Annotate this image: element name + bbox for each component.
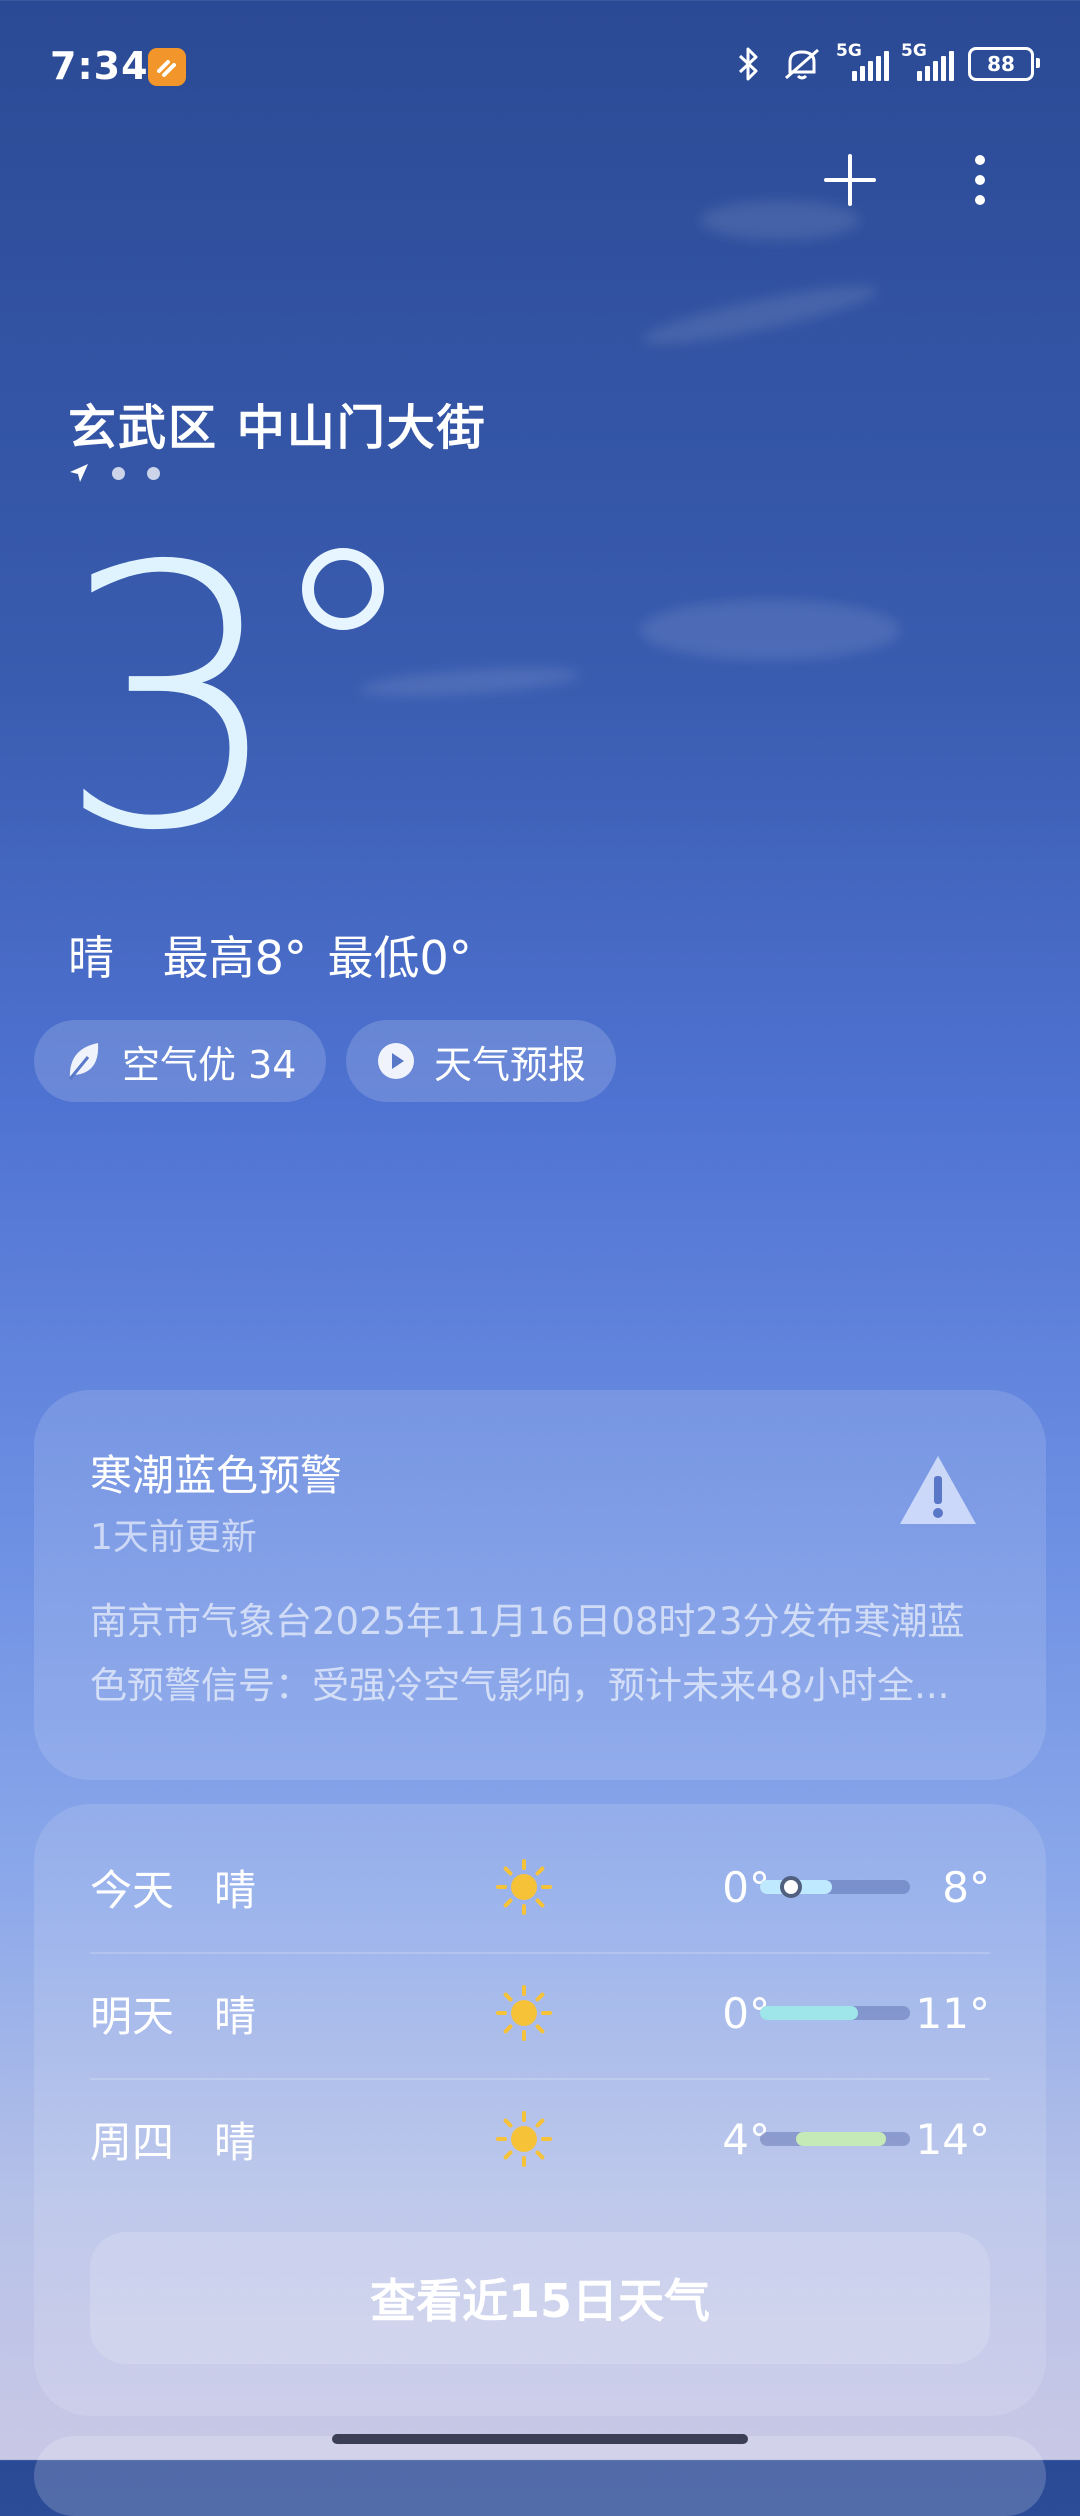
play-icon [378, 1043, 414, 1079]
forecast-video-label: 天气预报 [434, 1042, 587, 1087]
air-quality-pill[interactable]: 空气优 34 [34, 1020, 327, 1102]
page-dot [112, 466, 125, 480]
current-temp-marker [780, 1876, 802, 1898]
forecast-low: 4° [722, 2114, 770, 2164]
temp-range-fill [796, 2132, 886, 2146]
alert-updated: 1天前更新 [90, 1517, 257, 1558]
bluetooth-icon [738, 47, 758, 81]
forecast-low: 0° [722, 1862, 770, 1912]
cloud-streak [359, 662, 581, 702]
city-pager [68, 462, 160, 484]
forecast-condition: 晴 [214, 1865, 257, 1915]
temp-range-bar [760, 1876, 910, 1898]
forecast-row-thursday[interactable]: 周四 晴 4° 14° [90, 2076, 990, 2202]
location-arrow-icon [70, 464, 88, 482]
sun-icon [496, 1859, 552, 1915]
forecast-row-tomorrow[interactable]: 明天 晴 0° 11° [90, 1950, 990, 2076]
warning-icon [900, 1456, 976, 1524]
alert-title: 寒潮蓝色预警 [90, 1451, 343, 1500]
location-title[interactable]: 玄武区 中山门大街 [68, 388, 487, 458]
temp-range-bar [760, 2132, 910, 2146]
sun-icon [496, 1985, 552, 2041]
next-card-peek [34, 2436, 1046, 2516]
more-menu-button[interactable] [940, 140, 1020, 220]
forecast-day: 周四 [90, 2117, 175, 2167]
current-condition: 晴 [68, 931, 114, 985]
alert-body: 南京市气象台2025年11月16日08时23分发布寒潮蓝 色预警信号：受强冷空气… [90, 1590, 1010, 1718]
signal-icon: 5G [901, 41, 954, 81]
more-vertical-icon [975, 155, 985, 205]
forecast-day: 明天 [90, 1991, 175, 2041]
alert-body-line: 色预警信号：受强冷空气影响，预计未来48小时全... [90, 1664, 950, 1707]
network-type: 5G [901, 41, 927, 61]
weather-summary: 晴 最高8° 最低0° [68, 922, 500, 988]
cloud-streak [640, 600, 900, 660]
app-notification-icon [148, 48, 186, 86]
forecast-high: 8° [942, 1862, 990, 1912]
temp-range-bar [760, 2006, 910, 2020]
forecast-card: 今天 晴 0° 8° 明天 晴 0° 11° 周四 晴 4° 14° 查看近15… [34, 1804, 1046, 2416]
battery-level: 88 [987, 52, 1015, 76]
alert-card[interactable]: 寒潮蓝色预警 1天前更新 南京市气象台2025年11月16日08时23分发布寒潮… [34, 1390, 1046, 1780]
temp-range-fill [760, 2006, 858, 2020]
forecast-condition: 晴 [214, 1991, 257, 2041]
alert-body-line: 南京市气象台2025年11月16日08时23分发布寒潮蓝 [90, 1600, 965, 1643]
battery-icon: 88 [968, 47, 1040, 81]
view-15-day-button[interactable]: 查看近15日天气 [90, 2232, 990, 2364]
cloud-streak [639, 275, 881, 355]
leaf-icon [68, 1043, 99, 1080]
current-temperature: 3 [56, 490, 286, 909]
forecast-video-pill[interactable]: 天气预报 [346, 1020, 617, 1102]
forecast-high: 14° [915, 2114, 990, 2164]
forecast-condition: 晴 [214, 2117, 257, 2167]
add-city-button[interactable] [810, 140, 890, 220]
mute-icon [785, 48, 819, 80]
air-quality-label: 空气优 34 [122, 1042, 297, 1087]
sun-icon [496, 2111, 552, 2167]
page-dot [147, 466, 160, 480]
forecast-row-today[interactable]: 今天 晴 0° 8° [90, 1824, 990, 1950]
signal-icon: 5G [836, 41, 889, 81]
forecast-day: 今天 [90, 1865, 175, 1915]
status-time: 7:34 [50, 44, 149, 88]
network-type: 5G [836, 41, 862, 61]
high-low: 最高8° 最低0° [162, 931, 472, 985]
forecast-high: 11° [915, 1988, 990, 2038]
degree-symbol [302, 548, 384, 630]
home-indicator[interactable] [332, 2434, 748, 2444]
status-bar: 7:34 5G 5G 88 [0, 0, 1080, 130]
forecast-low: 0° [722, 1988, 770, 2038]
plus-icon [824, 154, 876, 206]
